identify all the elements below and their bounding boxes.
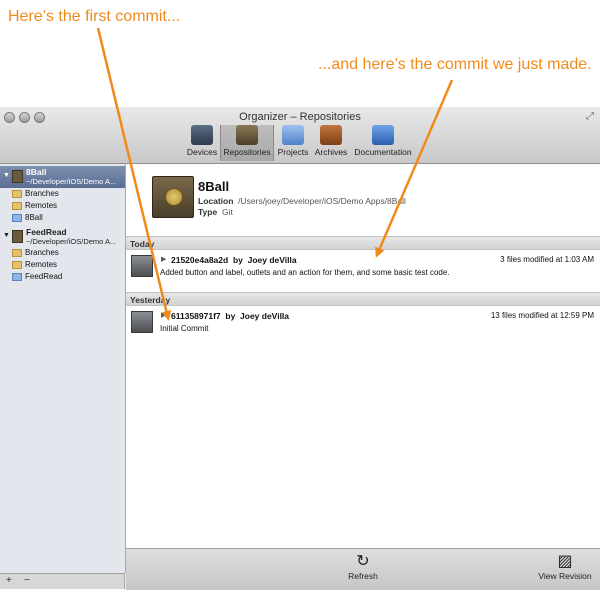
devices-icon — [191, 125, 213, 145]
disclosure-triangle-icon[interactable]: ▶ — [161, 255, 166, 263]
sidebar-item-label: FeedRead — [25, 272, 63, 281]
repo-type-value: Git — [221, 207, 233, 217]
commit-header: 611358971f7 by Joey deVilla — [171, 311, 289, 321]
refresh-label: Refresh — [348, 571, 378, 581]
view-revision-button[interactable]: ▨ View Revision — [534, 553, 596, 581]
commit-message: Initial Commit — [160, 324, 209, 333]
repository-icon — [12, 170, 23, 183]
sidebar-item-branches[interactable]: Branches — [12, 189, 59, 200]
commit-author: Joey deVilla — [240, 311, 290, 321]
section-header-yesterday: Yesterday — [126, 292, 600, 306]
section-header-today: Today — [126, 236, 600, 250]
avatar — [131, 255, 153, 277]
archives-icon — [320, 125, 342, 145]
sidebar-repo-name: FeedRead — [26, 227, 67, 237]
tab-projects-label: Projects — [277, 147, 309, 157]
sidebar-footer: + − — [0, 573, 125, 589]
sidebar-repo-feedread[interactable]: ▼ FeedRead ~/Developer/iOS/Demo A... — [0, 226, 125, 248]
window-title: Organizer – Repositories — [239, 111, 361, 123]
commit-header: 21520e4a8a2d by Joey deVilla — [171, 255, 297, 265]
refresh-icon: ↻ — [356, 553, 370, 570]
commit-hash: 21520e4a8a2d — [171, 255, 229, 265]
disclosure-triangle-icon[interactable]: ▶ — [161, 311, 166, 319]
tab-projects[interactable]: Projects — [275, 125, 311, 161]
commit-message: Added button and label, outlets and an a… — [160, 268, 450, 277]
disclosure-triangle-icon[interactable]: ▼ — [3, 232, 10, 239]
avatar — [131, 311, 153, 333]
tab-devices-label: Devices — [186, 147, 218, 157]
commit-row[interactable]: ▶ 21520e4a8a2d by Joey deVilla 3 files m… — [126, 252, 600, 290]
commit-author: Joey deVilla — [247, 255, 297, 265]
folder-icon — [12, 201, 22, 210]
sidebar-item-label: 8Ball — [25, 213, 43, 222]
projects-icon — [282, 125, 304, 145]
repo-location-value: /Users/joey/Developer/iOS/Demo Apps/8Bal… — [238, 196, 406, 206]
folder-icon — [12, 189, 22, 198]
sidebar-item-remotes[interactable]: Remotes — [12, 260, 57, 271]
sidebar-item-8ball[interactable]: 8Ball — [12, 213, 43, 224]
tab-devices[interactable]: Devices — [186, 125, 218, 161]
repositories-icon — [236, 125, 258, 145]
folder-icon — [12, 248, 22, 257]
safe-dial-icon — [165, 188, 183, 206]
commit-files-modified: 13 files modified at 12:59 PM — [490, 311, 594, 320]
commit-hash: 611358971f7 — [171, 311, 221, 321]
sidebar-repo-path: ~/Developer/iOS/Demo A... — [26, 177, 117, 186]
documentation-icon — [372, 125, 394, 145]
add-repository-button[interactable]: + — [6, 575, 12, 586]
repo-location: Location /Users/joey/Developer/iOS/Demo … — [198, 196, 406, 206]
view-revision-label: View Revision — [538, 571, 592, 581]
annotation-first-commit: Here’s the first commit... — [8, 8, 181, 25]
folder-icon — [12, 272, 22, 281]
tab-repositories[interactable]: Repositories — [220, 125, 274, 161]
title-bar: Organizer – Repositories ⤢ Devices Repos… — [0, 107, 600, 164]
tab-archives[interactable]: Archives — [313, 125, 349, 161]
repo-location-label: Location — [198, 196, 234, 206]
disclosure-triangle-icon[interactable]: ▼ — [3, 172, 10, 179]
sidebar-repo-path: ~/Developer/iOS/Demo A... — [26, 237, 117, 246]
sidebar-item-label: Branches — [25, 248, 59, 257]
sidebar: ▼ 8Ball ~/Developer/iOS/Demo A... Branch… — [0, 164, 126, 573]
tab-repositories-label: Repositories — [223, 147, 271, 157]
organizer-window: Organizer – Repositories ⤢ Devices Repos… — [0, 107, 600, 590]
annotation-latest-commit: ...and here’s the commit we just made. — [318, 56, 592, 73]
repository-icon — [12, 230, 23, 243]
fullscreen-icon[interactable]: ⤢ — [586, 111, 594, 122]
repository-safe-icon — [152, 176, 194, 218]
sidebar-item-feedread[interactable]: FeedRead — [12, 272, 62, 283]
sidebar-item-remotes[interactable]: Remotes — [12, 201, 57, 212]
sidebar-repo-name: 8Ball — [26, 167, 47, 177]
tab-documentation[interactable]: Documentation — [352, 125, 414, 161]
repo-type-label: Type — [198, 207, 218, 217]
folder-icon — [12, 213, 22, 222]
sidebar-item-label: Remotes — [25, 201, 58, 210]
sidebar-item-label: Remotes — [25, 260, 58, 269]
view-revision-icon: ▨ — [557, 553, 573, 570]
sidebar-repo-8ball[interactable]: ▼ 8Ball ~/Developer/iOS/Demo A... — [0, 166, 125, 188]
repo-type: Type Git — [198, 207, 233, 217]
sidebar-item-label: Branches — [25, 189, 59, 198]
commit-by: by — [232, 255, 243, 265]
tab-archives-label: Archives — [314, 147, 348, 157]
bottom-toolbar: ↻ Refresh ▨ View Revision — [126, 548, 600, 590]
commit-row[interactable]: ▶ 611358971f7 by Joey deVilla 13 files m… — [126, 308, 600, 346]
repository-detail: 8Ball Location /Users/joey/Developer/iOS… — [126, 164, 600, 548]
repo-title: 8Ball — [198, 179, 230, 194]
commit-by: by — [225, 311, 236, 321]
tab-documentation-label: Documentation — [354, 147, 412, 157]
folder-icon — [12, 260, 22, 269]
sidebar-item-branches[interactable]: Branches — [12, 248, 59, 259]
remove-repository-button[interactable]: − — [24, 575, 30, 586]
commit-files-modified: 3 files modified at 1:03 AM — [500, 255, 594, 264]
refresh-button[interactable]: ↻ Refresh — [346, 553, 380, 581]
